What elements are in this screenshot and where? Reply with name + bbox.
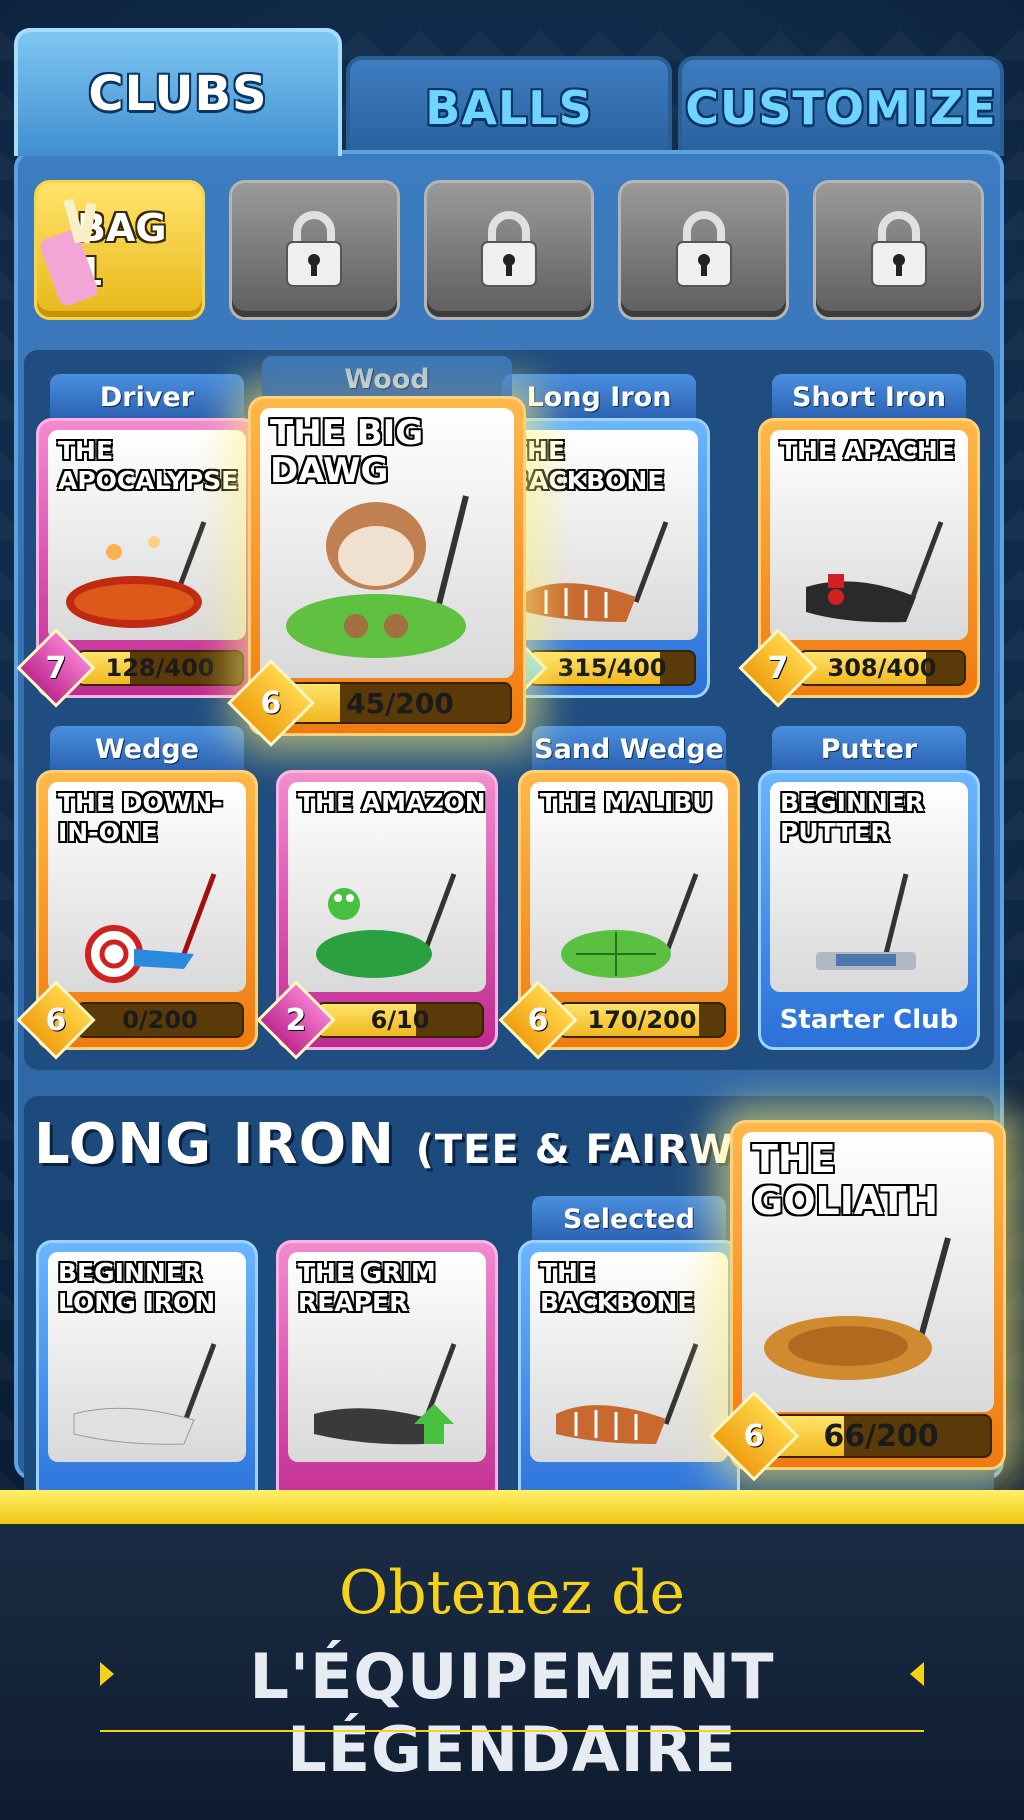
driver-club-icon [66, 521, 207, 628]
section-title: LONG IRON (TEE & FAIRWAY [34, 1112, 790, 1177]
iron-club-icon [556, 1343, 699, 1444]
club-name: THE GOLIATH [752, 1137, 939, 1223]
putter-club-icon [816, 873, 916, 970]
reaper-club-icon [314, 1343, 457, 1445]
club-name: THE BACKBONE [540, 1258, 695, 1317]
wedge-club-icon [561, 873, 699, 978]
club-name: BEGINNER PUTTER [780, 788, 925, 847]
club-name: THE APOCALYPSE [58, 436, 239, 495]
club-card-rough-iron[interactable]: THE AMAZON 6/10 2 [256, 770, 498, 1060]
card-progress-text: 66/200 [823, 1418, 939, 1454]
banner-subheadline: L'ÉQUIPEMENT LÉGENDAIRE [249, 1640, 775, 1786]
club-name: THE AMAZON [298, 788, 486, 817]
card-progress-text: 170/200 [587, 1006, 697, 1034]
starter-club-label: Starter Club [779, 1005, 959, 1035]
club-category: Short Iron [772, 374, 966, 420]
club-category: Wedge [50, 726, 244, 772]
tab-clubs-label: CLUBS [88, 66, 268, 122]
club-name: THE GRIM REAPER [298, 1258, 436, 1317]
card-progress-bar: 0/200 [76, 1002, 244, 1038]
tab-clubs[interactable]: CLUBS [14, 28, 342, 156]
lock-icon [675, 211, 732, 287]
card-progress-text: 315/400 [557, 654, 667, 682]
card-progress-text: 308/400 [827, 654, 937, 682]
card-progress-text: 0/200 [122, 1006, 198, 1034]
level-number: 6 [260, 685, 282, 721]
level-number: 6 [743, 1418, 765, 1454]
tab-balls[interactable]: BALLS [346, 56, 672, 156]
banner-divider [100, 1730, 924, 1732]
card-progress-bar: 170/200 [558, 1002, 726, 1038]
bag-locked-button[interactable] [423, 180, 595, 320]
card-progress-bar: 66/200 [770, 1414, 992, 1458]
golf-bag-icon [40, 198, 98, 306]
club-card-wedge[interactable]: Wedge THE DOWN-IN-ONE 0/200 6 [16, 726, 258, 1060]
club-card-backbone-selected[interactable]: Selected THE BACKBONE [518, 1196, 740, 1520]
level-number: 6 [527, 1002, 549, 1038]
bag-locked-button[interactable] [618, 180, 790, 320]
bulldog-club-icon [286, 495, 469, 658]
iron-club-icon [526, 521, 669, 622]
banner-headline: Obtenez de [339, 1558, 685, 1628]
lock-icon [480, 211, 537, 287]
bag-1-button[interactable]: BAG 1 [34, 180, 205, 320]
club-card-short-iron[interactable]: Short Iron THE APACHE 308/400 7 [738, 374, 980, 708]
club-name: BEGINNER LONG IRON [58, 1258, 216, 1317]
club-card-driver[interactable]: Driver THE APOCALYPSE 128/400 7 [16, 374, 258, 708]
section-title-main: LONG IRON [34, 1112, 396, 1177]
club-name: THE DOWN-IN-ONE [58, 788, 223, 847]
card-progress-bar: 45/200 [288, 682, 512, 724]
club-card-goliath[interactable]: THE GOLIATH 66/200 6 [708, 1120, 1006, 1482]
frog-club-icon [316, 873, 457, 978]
tab-customize[interactable]: CUSTOMIZE [678, 56, 1004, 156]
wedge-club-icon [85, 873, 217, 983]
bag-selector: BAG 1 [34, 180, 984, 320]
club-category: Putter [772, 726, 966, 772]
club-name: THE BIG DAWG [270, 413, 424, 491]
card-progress-bar: 315/400 [528, 650, 696, 686]
club-name: THE APACHE [780, 436, 955, 465]
level-number: 7 [45, 650, 67, 686]
level-number: 2 [285, 1002, 307, 1038]
club-card-sand-wedge[interactable]: Sand Wedge THE MALIBU 170/200 6 [498, 726, 740, 1060]
club-card-putter[interactable]: Putter BEGINNER PUTTER Starter Club [758, 726, 980, 1050]
selected-label: Selected [532, 1196, 726, 1242]
club-card-wood[interactable]: Wood THE BIG DAWG 45/200 6 [227, 356, 526, 747]
card-progress-bar: 6/10 [316, 1002, 484, 1038]
tab-balls-label: BALLS [425, 81, 593, 135]
club-category: Long Iron [502, 374, 696, 420]
card-progress-text: 6/10 [370, 1006, 430, 1034]
iron-club-icon [73, 1343, 217, 1445]
card-progress-text: 45/200 [346, 686, 454, 720]
club-card-grim-reaper[interactable]: THE GRIM REAPER [276, 1240, 498, 1520]
club-category: Driver [50, 374, 244, 420]
chevron-left-icon [910, 1662, 924, 1686]
chevron-right-icon [100, 1662, 114, 1686]
club-name: THE MALIBU [540, 788, 713, 817]
card-progress-text: 128/400 [105, 654, 215, 682]
tab-customize-label: CUSTOMIZE [685, 81, 997, 135]
iron-club-icon [806, 521, 944, 623]
lock-icon [286, 211, 343, 287]
bag-locked-button[interactable] [813, 180, 984, 320]
level-number: 6 [45, 1002, 67, 1038]
banner-top-strip [0, 1490, 1024, 1524]
lock-icon [870, 211, 927, 287]
level-number: 7 [767, 650, 789, 686]
club-name: THE BACKBONE [510, 436, 665, 495]
bag-locked-button[interactable] [228, 180, 400, 320]
club-category: Sand Wedge [532, 726, 726, 772]
club-card-beginner-long-iron[interactable]: BEGINNER LONG IRON [36, 1240, 258, 1520]
card-progress-bar: 308/400 [798, 650, 966, 686]
goliath-club-icon [764, 1237, 951, 1380]
card-progress-bar: 128/400 [76, 650, 244, 686]
